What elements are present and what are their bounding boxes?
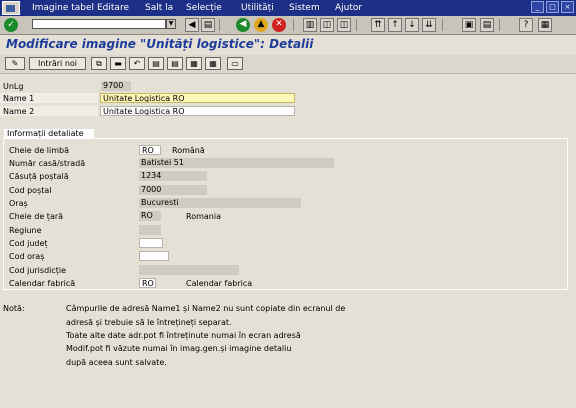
back-icon[interactable]: ◀	[236, 18, 250, 32]
factory-calendar-desc: Calendar fabrica	[186, 279, 253, 288]
copy-as-icon[interactable]: ⧉	[91, 57, 107, 70]
find-icon[interactable]: ◫	[320, 18, 334, 32]
application-toolbar: ✎ Intrări noi ⧉ ▬ ↶ ▤ ▤ ▦ ▦ ▭	[0, 55, 576, 74]
print-icon[interactable]: ▥	[303, 18, 317, 32]
unlg-label: UnLg	[3, 82, 24, 91]
menu-ajutor[interactable]: Ajutor	[335, 3, 362, 13]
shortcut-icon[interactable]: ▤	[480, 18, 494, 32]
layout-menu-icon[interactable]: ▦	[538, 18, 552, 32]
region-label: Regiune	[9, 226, 42, 235]
delete-icon[interactable]: ▬	[110, 57, 126, 70]
house-street-label: Număr casă/stradă	[9, 159, 86, 168]
maximize-icon[interactable]: □	[546, 1, 559, 13]
city-code-label: Cod oraș	[9, 252, 45, 261]
menu-sistem[interactable]: Sistem	[289, 3, 320, 13]
county-code-label: Cod județ	[9, 239, 48, 248]
po-box-field: 1234	[139, 171, 207, 181]
create-session-icon[interactable]: ▣	[462, 18, 476, 32]
enter-icon[interactable]: ✓	[4, 18, 18, 32]
city-code-field[interactable]	[139, 251, 169, 261]
country-key-label: Cheie de țară	[9, 212, 64, 221]
other-view-icon[interactable]: ▭	[227, 57, 243, 70]
select-all-icon[interactable]: ▦	[186, 57, 202, 70]
previous-page-icon[interactable]: ↑	[388, 18, 402, 32]
sap-window-icon[interactable]	[2, 1, 20, 15]
cancel-icon[interactable]: ✕	[272, 18, 286, 32]
next-entry-icon[interactable]: ▤	[167, 57, 183, 70]
jurisdiction-code-field	[139, 265, 239, 275]
note-line: după aceea sunt salvate.	[66, 358, 167, 367]
language-key-label: Cheie de limbă	[9, 146, 70, 155]
factory-calendar-field[interactable]: RO	[139, 278, 156, 288]
menu-salt-la[interactable]: Salt la	[145, 3, 173, 13]
note-line: Câmpurile de adresă Name1 și Name2 nu su…	[66, 304, 346, 313]
previous-entry-icon[interactable]: ▤	[148, 57, 164, 70]
region-field	[139, 225, 161, 235]
unlg-field: 9700	[101, 81, 131, 91]
exit-icon[interactable]: ▲	[254, 18, 268, 32]
city-field: Bucuresti	[139, 198, 301, 208]
po-box-label: Căsuță poștală	[9, 172, 69, 181]
house-street-field: Batistei 51	[139, 158, 334, 168]
command-dropdown-icon[interactable]: ▼	[166, 19, 176, 29]
city-label: Oraș	[9, 199, 28, 208]
country-desc: Romania	[186, 212, 221, 221]
country-key-field: RO	[139, 211, 161, 221]
next-page-icon[interactable]: ↓	[405, 18, 419, 32]
note-line: Modif.pot fi văzute numai în imag.gen.și…	[66, 344, 292, 353]
first-page-icon[interactable]: ⇈	[371, 18, 385, 32]
postal-code-label: Cod poștal	[9, 186, 52, 195]
name1-label: Name 1	[3, 94, 35, 103]
note-line: adresă și trebuie să le întrețineți sepa…	[66, 318, 232, 327]
minimize-icon[interactable]: _	[531, 1, 544, 13]
name2-field[interactable]: Unitate Logistica RO	[100, 106, 295, 116]
note-line: Toate alte date adr.pot fi întreținute n…	[66, 331, 301, 340]
menu-imagine-tabel[interactable]: Imagine tabel	[32, 3, 94, 13]
page-title: Modificare imagine "Unități logistice": …	[6, 37, 314, 51]
language-desc: Română	[172, 146, 205, 155]
county-code-field[interactable]	[139, 238, 163, 248]
note-label: Notă:	[3, 304, 25, 313]
close-icon[interactable]: ×	[561, 1, 574, 13]
jurisdiction-code-label: Cod jurisdicție	[9, 266, 67, 275]
menu-bar: Imagine tabel Editare Salt la Selecție U…	[0, 0, 576, 16]
undo-change-icon[interactable]: ↶	[129, 57, 145, 70]
factory-calendar-label: Calendar fabrică	[9, 279, 76, 288]
find-next-icon[interactable]: ◫	[337, 18, 351, 32]
language-key-field[interactable]: RO	[139, 145, 161, 155]
last-page-icon[interactable]: ⇊	[422, 18, 436, 32]
postal-code-field: 7000	[139, 185, 207, 195]
menu-selectie[interactable]: Selecție	[186, 3, 222, 13]
scroll-left-icon[interactable]: ◀	[185, 18, 199, 32]
title-bar: Modificare imagine "Unități logistice": …	[0, 35, 576, 54]
group-title: Informații detaliate	[4, 129, 94, 138]
window-controls: _ □ ×	[529, 1, 574, 13]
help-icon[interactable]: ?	[519, 18, 533, 32]
deselect-all-icon[interactable]: ▦	[205, 57, 221, 70]
menu-utilitati[interactable]: Utilități	[241, 3, 274, 13]
standard-toolbar: ✓ ▼ ◀ ▤ ◀ ▲ ✕ ▥ ◫ ◫ ⇈ ↑ ↓ ⇊ ▣ ▤ ? ▦	[0, 16, 576, 35]
change-display-icon[interactable]: ✎	[5, 57, 25, 70]
new-entries-button[interactable]: Intrări noi	[29, 57, 86, 70]
name2-label: Name 2	[3, 107, 35, 116]
save-icon[interactable]: ▤	[201, 18, 215, 32]
menu-editare[interactable]: Editare	[97, 3, 129, 13]
command-field[interactable]	[32, 19, 166, 29]
name1-field[interactable]: Unitate Logistica RO	[100, 93, 295, 103]
